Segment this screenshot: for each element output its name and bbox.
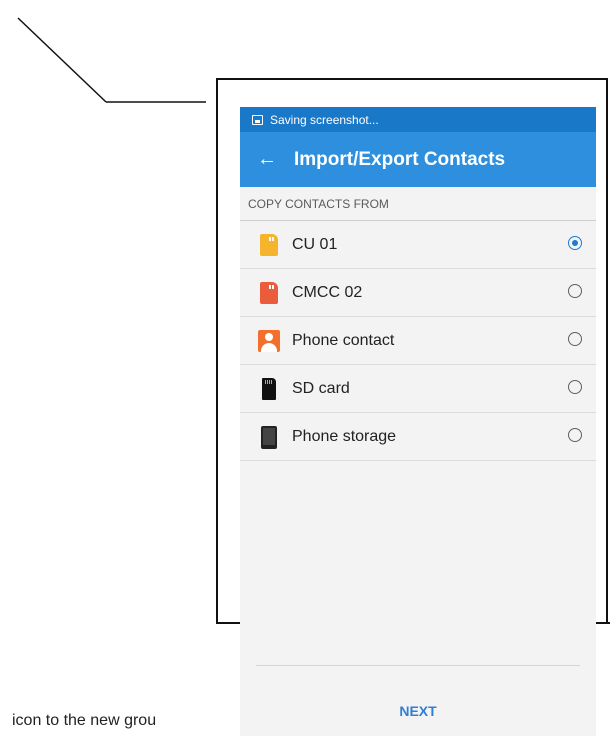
source-list: CU 01 CMCC 02 Phone contact SD card Phon…	[240, 221, 596, 461]
phone-screen: Saving screenshot... ← Import/Export Con…	[240, 107, 596, 736]
status-bar: Saving screenshot...	[240, 107, 596, 132]
source-item-cmcc02[interactable]: CMCC 02	[240, 269, 596, 317]
source-item-phone-contact[interactable]: Phone contact	[240, 317, 596, 365]
radio-button[interactable]	[568, 428, 582, 442]
callout-frame-edge	[596, 622, 610, 624]
radio-button[interactable]	[568, 380, 582, 394]
callout-frame-edge	[216, 622, 240, 624]
back-arrow-icon[interactable]: ←	[248, 148, 286, 171]
status-text: Saving screenshot...	[270, 112, 379, 127]
source-label: SD card	[292, 379, 350, 397]
source-label: CU 01	[292, 235, 338, 253]
app-bar: ← Import/Export Contacts	[240, 132, 596, 187]
source-label: CMCC 02	[292, 283, 363, 301]
contact-icon	[258, 329, 280, 353]
radio-button-selected[interactable]	[568, 236, 582, 250]
source-item-sd-card[interactable]: SD card	[240, 365, 596, 413]
radio-button[interactable]	[568, 332, 582, 346]
image-icon	[252, 114, 263, 125]
caption-text: icon to the new grou	[12, 712, 157, 729]
sd-card-icon	[258, 377, 280, 401]
page-title: Import/Export Contacts	[294, 148, 506, 170]
sim-red-icon	[258, 281, 280, 305]
sim-yellow-icon	[258, 233, 280, 257]
next-button[interactable]: NEXT	[240, 703, 596, 719]
radio-button[interactable]	[568, 284, 582, 298]
section-header: COPY CONTACTS FROM	[240, 187, 596, 221]
source-item-phone-storage[interactable]: Phone storage	[240, 413, 596, 461]
phone-storage-icon	[258, 425, 280, 449]
source-label: Phone storage	[292, 427, 397, 445]
footer-divider	[256, 665, 580, 666]
source-item-cu01[interactable]: CU 01	[240, 221, 596, 269]
source-label: Phone contact	[292, 331, 395, 349]
